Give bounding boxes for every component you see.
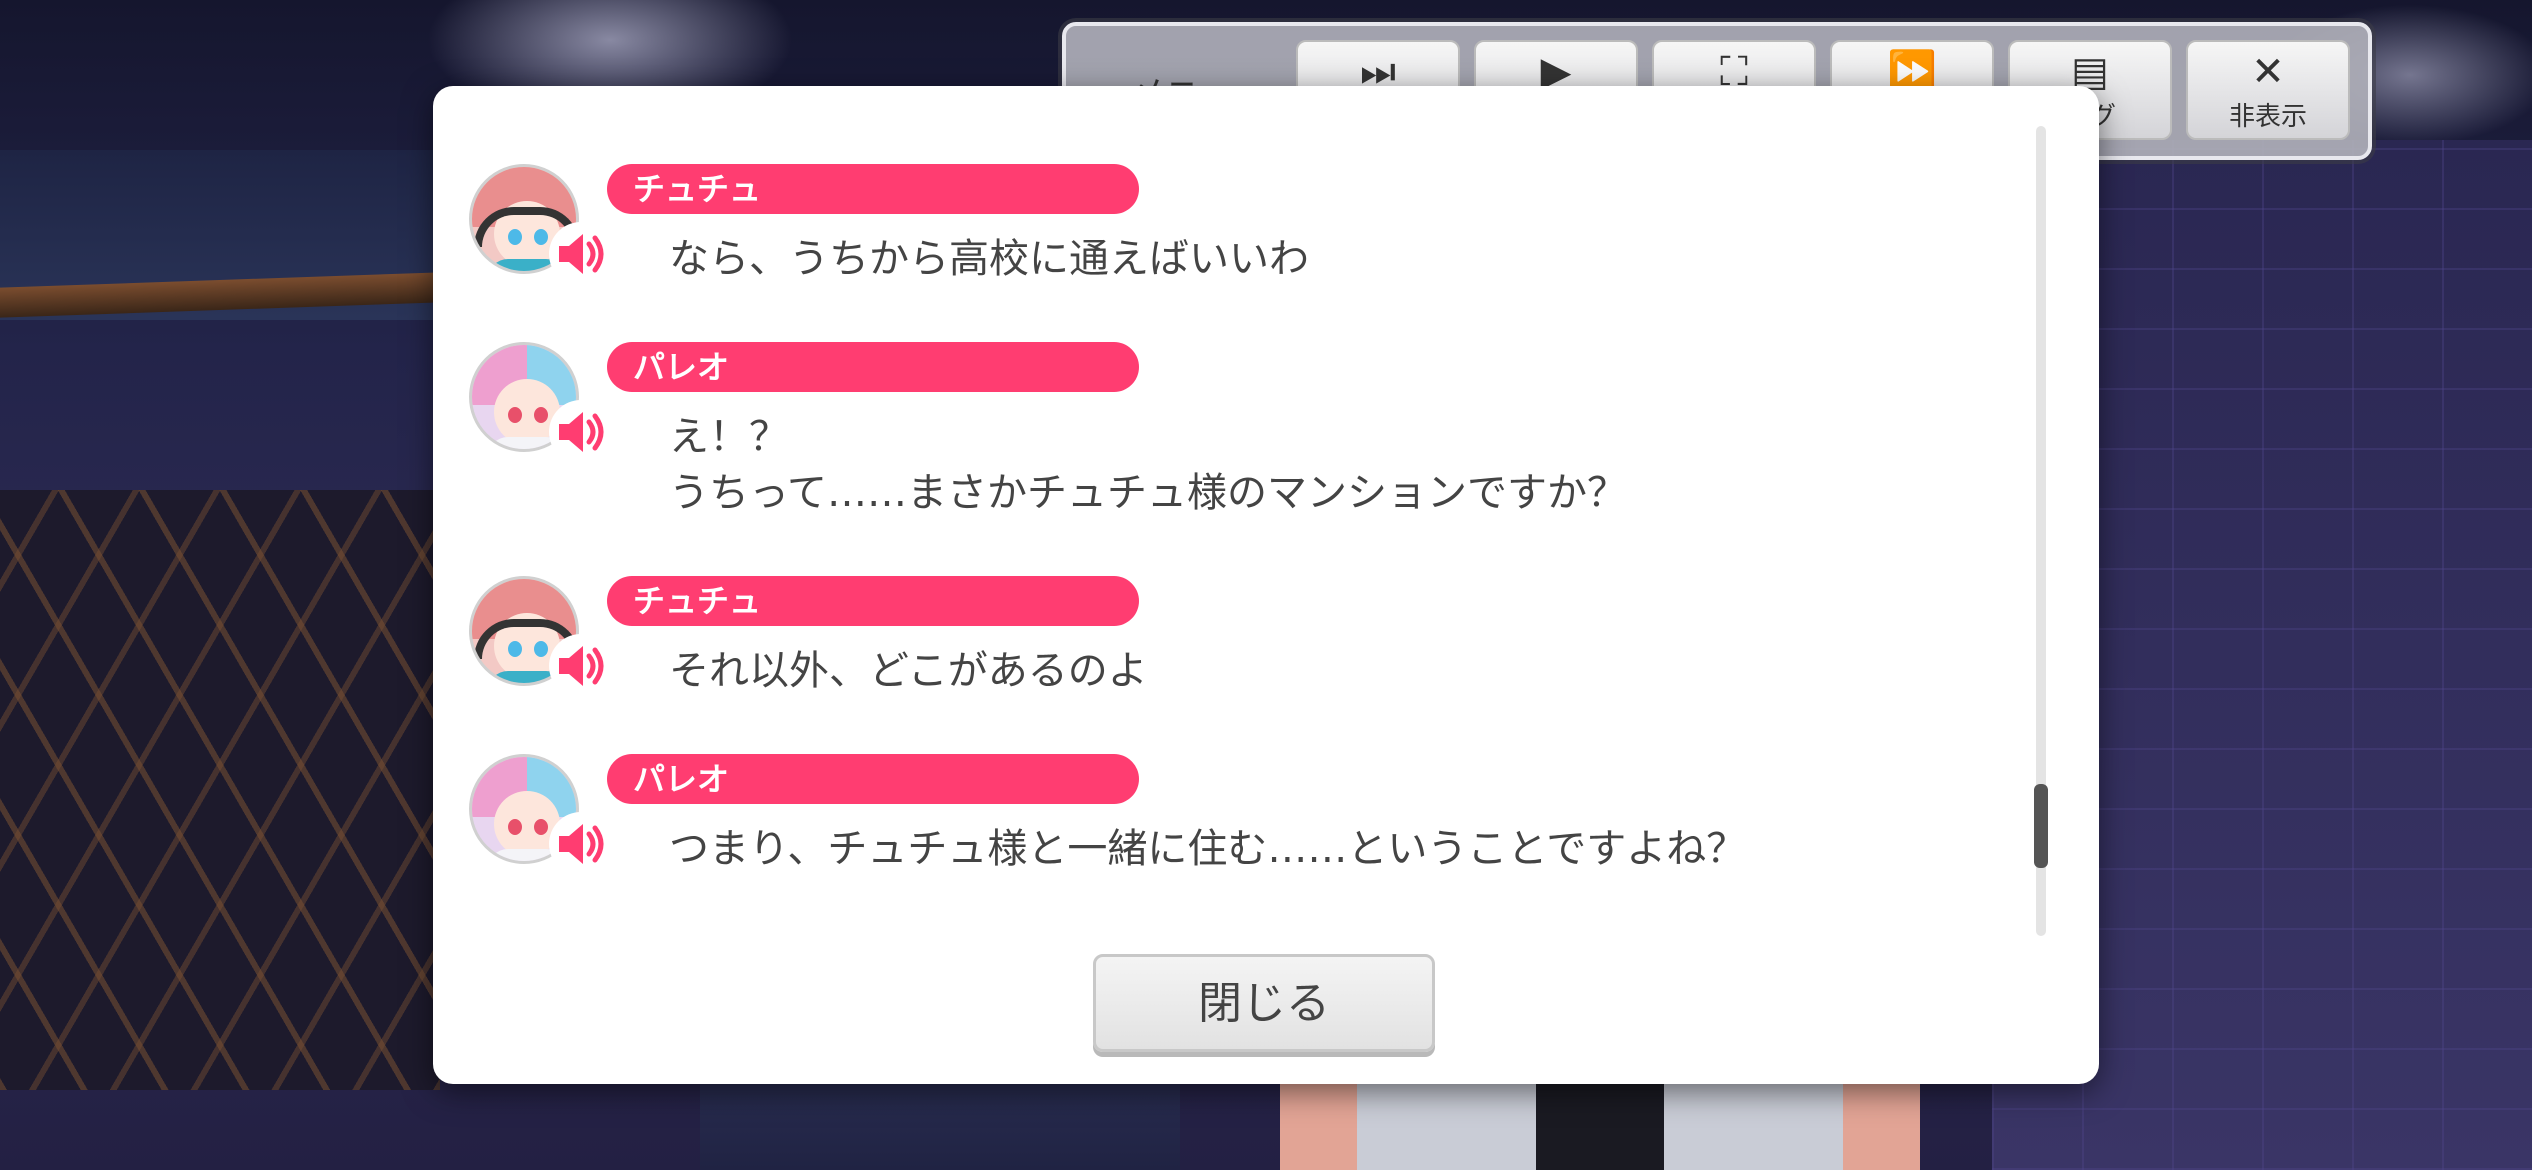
close-icon: ✕ [2251, 49, 2285, 95]
speaker-icon [559, 646, 604, 686]
speaker-icon [559, 412, 604, 452]
speaker-name-bar: パレオ [607, 754, 1139, 804]
avatar-eye [534, 407, 548, 423]
voice-replay-button[interactable] [553, 404, 609, 460]
speaker-icon [559, 234, 604, 274]
hide-label: 非表示 [2228, 102, 2307, 132]
close-button[interactable]: 閉じる [1093, 954, 1435, 1052]
voice-replay-button[interactable] [553, 816, 609, 872]
speaker-name-bar: チュチュ [607, 164, 1139, 214]
avatar-face [494, 791, 560, 857]
dialogue-line: え！？ [669, 414, 789, 460]
backlog-dialog: チュチュ なら、うちから高校に通えばいいわ パレオ え！？ うちって……まさかチ… [433, 86, 2099, 1084]
backlog-list[interactable]: チュチュ なら、うちから高校に通えばいいわ パレオ え！？ うちって……まさかチ… [433, 86, 2033, 931]
dialogue-line: なら、うちから高校に通えばいいわ [669, 236, 1309, 282]
avatar-face [494, 379, 560, 445]
background-fence [0, 490, 440, 1090]
speaker-name-bar: パレオ [607, 342, 1139, 392]
voice-replay-button[interactable] [553, 226, 609, 282]
dialogue-line: つまり、チュチュ様と一緒に住む……ということですよね？ [669, 826, 1747, 872]
hide-button[interactable]: ✕ 非表示 [2186, 40, 2350, 140]
avatar-eye [534, 819, 548, 835]
speaker-name-bar: チュチュ [607, 576, 1139, 626]
voice-replay-button[interactable] [553, 638, 609, 694]
backlog-scrollbar-thumb[interactable] [2034, 784, 2048, 868]
avatar-eye [508, 819, 522, 835]
speaker-icon [559, 824, 604, 864]
dialogue-line: それ以外、どこがあるのよ [669, 648, 1148, 694]
dialogue-line: うちって……まさかチュチュ様のマンションですか？ [669, 470, 1627, 516]
avatar-eye [508, 407, 522, 423]
